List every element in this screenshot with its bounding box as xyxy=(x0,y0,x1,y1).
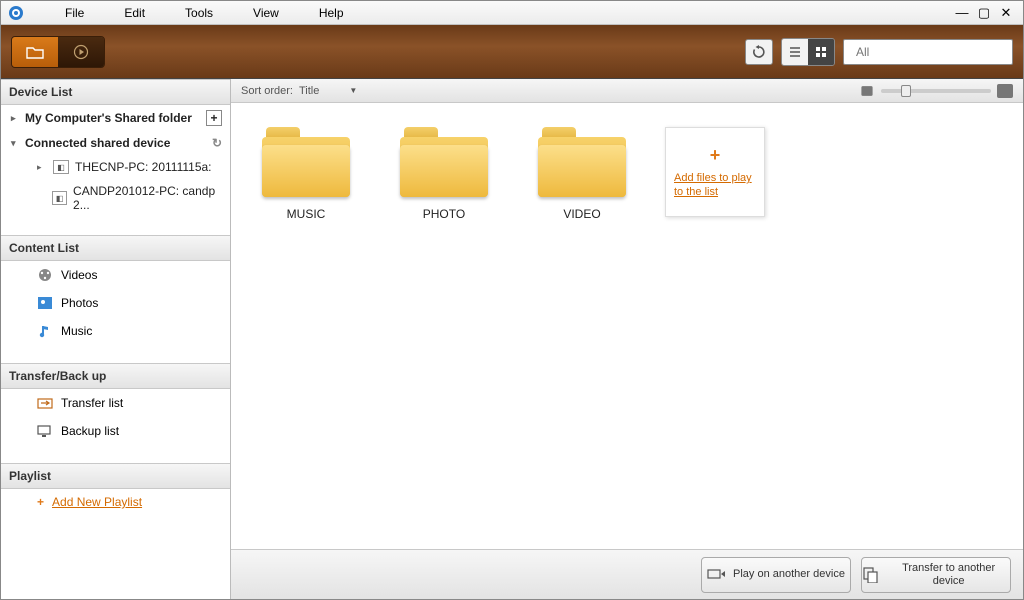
play-device-icon xyxy=(707,567,725,583)
transfer-to-another-device-button[interactable]: Transfer to another device xyxy=(861,557,1011,593)
content-videos-label: Videos xyxy=(61,268,97,282)
my-computer-shared-folder[interactable]: ▸ My Computer's Shared folder + xyxy=(1,105,230,131)
search-box[interactable] xyxy=(843,39,1013,65)
menu-edit[interactable]: Edit xyxy=(104,6,165,20)
content-photos-label: Photos xyxy=(61,296,98,310)
content-grid: MUSIC PHOTO VIDEO + Add files to play to… xyxy=(231,103,1023,549)
connected-shared-device[interactable]: ▾ Connected shared device ↻ xyxy=(1,131,230,155)
transfer-to-another-label: Transfer to another device xyxy=(887,562,1010,586)
list-icon xyxy=(789,46,801,58)
collapse-icon: ▾ xyxy=(11,138,21,149)
transfer-device-icon xyxy=(862,567,879,583)
expand-icon: ▸ xyxy=(11,113,21,124)
folder-open-icon xyxy=(26,45,44,59)
play-on-another-label: Play on another device xyxy=(733,568,845,580)
content-videos[interactable]: Videos xyxy=(1,261,230,289)
plus-icon: + xyxy=(710,145,721,166)
toolbar xyxy=(1,25,1023,79)
sidebar: Device List ▸ My Computer's Shared folde… xyxy=(1,79,231,599)
folder-icon xyxy=(538,127,626,197)
browse-mode-button[interactable] xyxy=(12,37,58,67)
transfer-list-label: Transfer list xyxy=(61,396,123,410)
music-icon xyxy=(37,323,53,339)
footer-bar: Play on another device Transfer to anoth… xyxy=(231,549,1023,599)
backup-icon xyxy=(37,423,53,439)
backup-list-label: Backup list xyxy=(61,424,119,438)
play-circle-icon xyxy=(73,44,89,60)
video-icon xyxy=(37,267,53,283)
device-icon: ◧ xyxy=(53,160,69,174)
menu-tools[interactable]: Tools xyxy=(165,6,233,20)
transfer-backup-header: Transfer/Back up xyxy=(1,363,230,389)
content-list-header: Content List xyxy=(1,235,230,261)
folder-icon xyxy=(262,127,350,197)
device-item-0[interactable]: ▸ ◧ THECNP-PC: 20111115a: xyxy=(1,155,230,179)
window-minimize-icon[interactable]: — xyxy=(955,5,969,21)
refresh-button[interactable] xyxy=(745,39,773,65)
menu-file[interactable]: File xyxy=(45,6,104,20)
my-computer-shared-label: My Computer's Shared folder xyxy=(25,111,192,125)
device-label: THECNP-PC: 20111115a: xyxy=(75,160,212,174)
folder-video[interactable]: VIDEO xyxy=(527,127,637,221)
window-maximize-icon[interactable]: ▢ xyxy=(977,5,991,21)
refresh-devices-icon[interactable]: ↻ xyxy=(212,136,222,150)
sort-order-dropdown[interactable]: Title ▼ xyxy=(299,85,357,97)
add-new-playlist-label: Add New Playlist xyxy=(52,495,142,509)
window-close-icon[interactable]: ✕ xyxy=(999,5,1013,21)
content-photos[interactable]: Photos xyxy=(1,289,230,317)
playlist-header: Playlist xyxy=(1,463,230,489)
transfer-list[interactable]: Transfer list xyxy=(1,389,230,417)
backup-list[interactable]: Backup list xyxy=(1,417,230,445)
sort-bar: Sort order: Title ▼ xyxy=(231,79,1023,103)
play-mode-button[interactable] xyxy=(58,37,104,67)
thumbnail-size-slider[interactable] xyxy=(881,89,991,93)
app-logo-icon xyxy=(7,4,25,22)
add-new-playlist[interactable]: + Add New Playlist xyxy=(1,489,230,515)
thumbnail-large-icon xyxy=(997,84,1013,98)
sort-order-label: Sort order: xyxy=(241,85,293,97)
play-on-another-device-button[interactable]: Play on another device xyxy=(701,557,851,593)
plus-icon: + xyxy=(37,495,44,509)
connected-shared-label: Connected shared device xyxy=(25,136,170,150)
folder-photo[interactable]: PHOTO xyxy=(389,127,499,221)
grid-view-button[interactable] xyxy=(808,39,834,65)
folder-music[interactable]: MUSIC xyxy=(251,127,361,221)
sort-order-value: Title xyxy=(299,85,319,97)
add-files-label: Add files to play to the list xyxy=(674,172,756,198)
menu-view[interactable]: View xyxy=(233,6,299,20)
device-item-1[interactable]: ▸ ◧ CANDP201012-PC: candp 2... xyxy=(1,179,230,217)
folder-label: PHOTO xyxy=(423,207,465,221)
folder-label: VIDEO xyxy=(563,207,600,221)
menu-bar: File Edit Tools View Help — ▢ ✕ xyxy=(1,1,1023,25)
photo-icon xyxy=(37,295,53,311)
transfer-icon xyxy=(37,395,53,411)
expand-icon: ▸ xyxy=(37,162,47,173)
device-label: CANDP201012-PC: candp 2... xyxy=(73,184,222,212)
thumbnail-small-icon xyxy=(861,86,872,96)
add-shared-folder-button[interactable]: + xyxy=(206,110,222,126)
refresh-icon xyxy=(752,45,766,59)
main-area: Sort order: Title ▼ MUSIC P xyxy=(231,79,1023,599)
content-music-label: Music xyxy=(61,324,92,338)
content-music[interactable]: Music xyxy=(1,317,230,345)
device-list-header: Device List xyxy=(1,79,230,105)
device-icon: ◧ xyxy=(52,191,67,205)
add-files-tile[interactable]: + Add files to play to the list xyxy=(665,127,765,217)
folder-icon xyxy=(400,127,488,197)
folder-label: MUSIC xyxy=(287,207,326,221)
menu-help[interactable]: Help xyxy=(299,6,364,20)
chevron-down-icon: ▼ xyxy=(349,86,357,95)
list-view-button[interactable] xyxy=(782,39,808,65)
search-input[interactable] xyxy=(856,45,1011,59)
grid-icon xyxy=(815,46,827,58)
